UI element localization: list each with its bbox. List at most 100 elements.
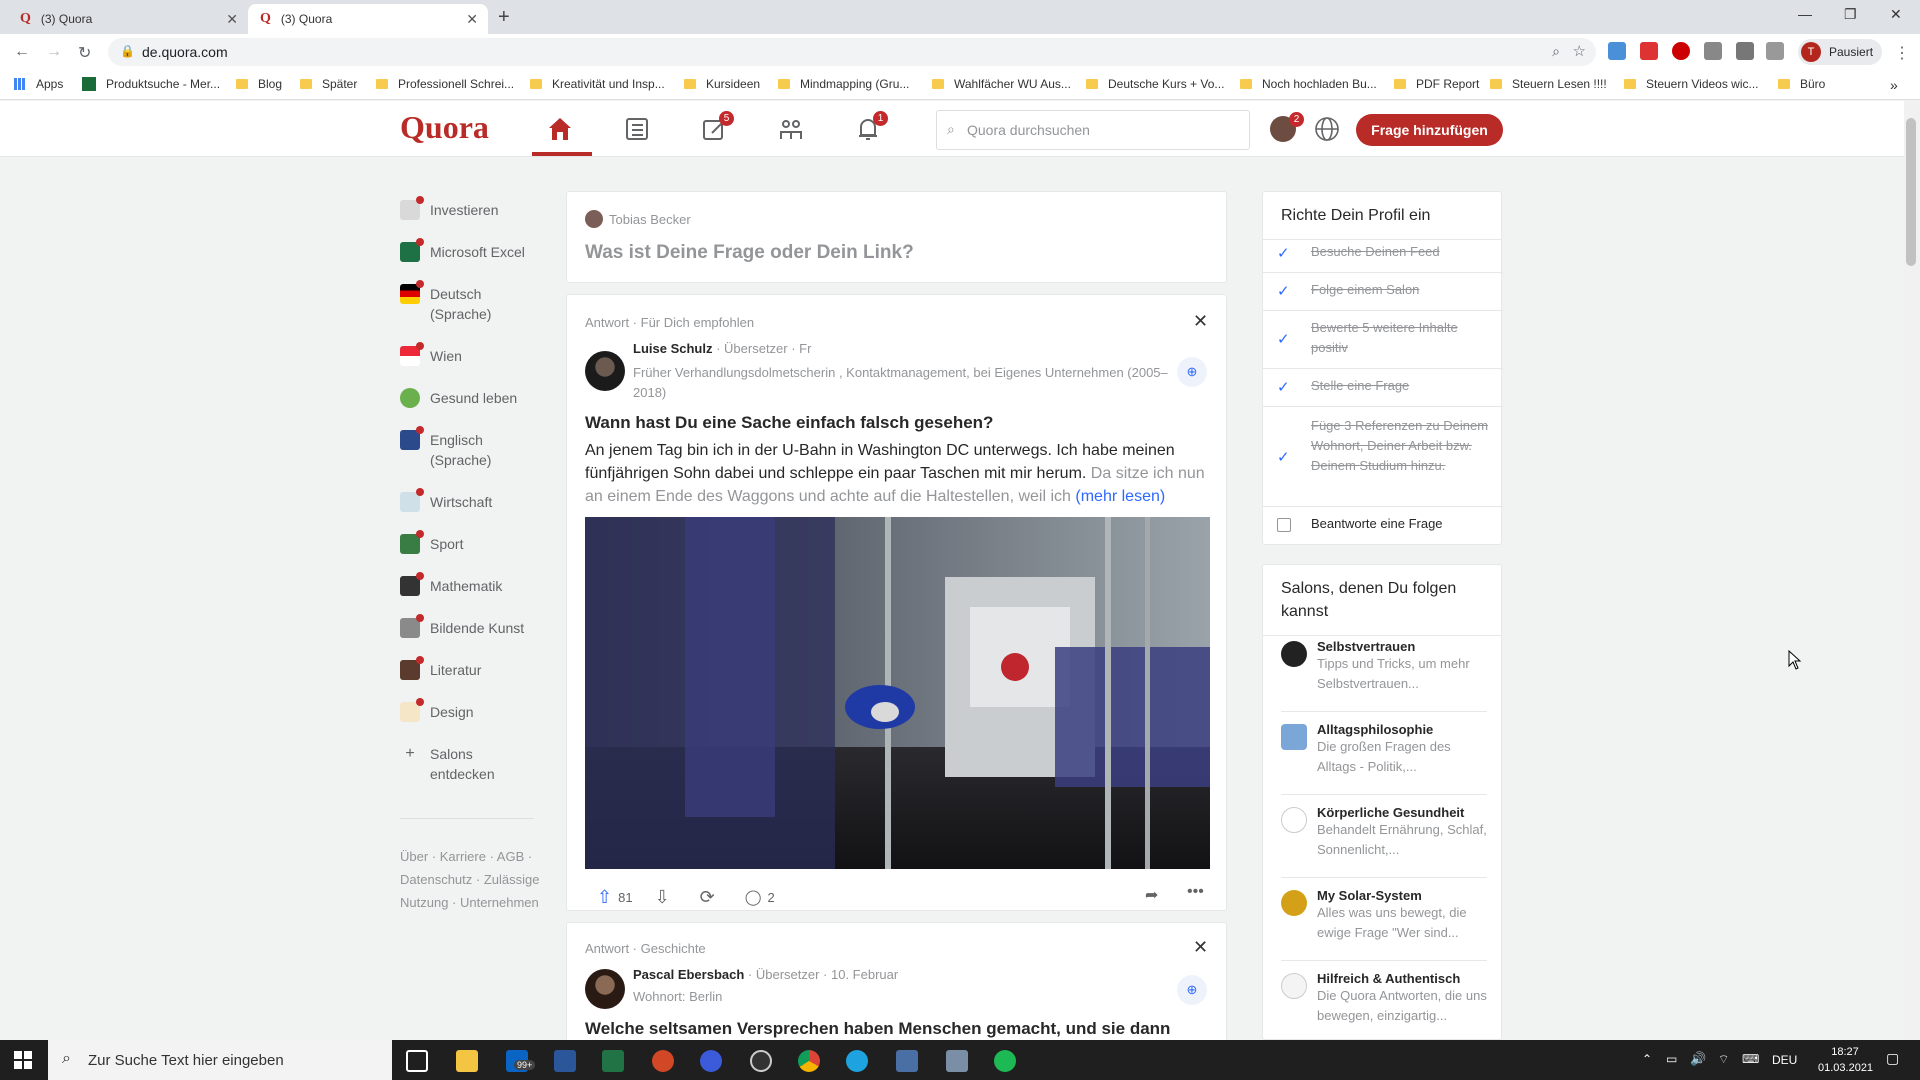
sidebar-item-englisch[interactable]: Englisch (Sprache) — [400, 426, 540, 470]
sidebar-item-mathematik[interactable]: Mathematik — [400, 572, 502, 596]
tray-chevron-icon[interactable]: ⌃ — [1642, 1052, 1652, 1066]
salon-item[interactable]: Hilfreich & Authentisch Die Quora Antwor… — [1281, 971, 1491, 1026]
close-icon[interactable]: ✕ — [1193, 311, 1208, 332]
browser-tab[interactable]: Q (3) Quora ✕ — [8, 4, 248, 34]
meet-now-icon[interactable]: ▭ — [1666, 1052, 1677, 1066]
new-tab-button[interactable]: + — [498, 6, 510, 29]
sidebar-item-design[interactable]: Design — [400, 698, 474, 722]
powerpoint-icon[interactable] — [652, 1050, 674, 1072]
answer-text[interactable]: An jenem Tag bin ich in der U-Bahn in Wa… — [585, 439, 1210, 508]
bookmark-folder[interactable]: Kursideen — [684, 77, 760, 91]
bookmark-folder[interactable]: Steuern Lesen !!!! — [1490, 77, 1607, 91]
profile-avatar[interactable]: 2 — [1270, 112, 1304, 142]
extension-iq-icon[interactable] — [1608, 42, 1626, 60]
checkbox[interactable] — [1277, 518, 1291, 532]
bookmark-folder[interactable]: Büro — [1778, 77, 1825, 91]
bookmark-folder[interactable]: PDF Report — [1394, 77, 1479, 91]
edge-icon[interactable] — [846, 1050, 868, 1072]
profile-button[interactable]: T Pausiert — [1798, 39, 1882, 65]
mail-icon[interactable]: 99+ — [506, 1050, 536, 1072]
follow-user-icon[interactable]: ⊕ — [1177, 357, 1207, 387]
sidebar-item-investieren[interactable]: Investieren — [400, 196, 498, 220]
windows-start-icon[interactable] — [14, 1051, 32, 1069]
zoom-icon[interactable]: ⌕ — [1552, 43, 1560, 60]
reading-list-icon[interactable] — [1766, 42, 1784, 60]
sidebar-item-bildende-kunst[interactable]: Bildende Kunst — [400, 614, 524, 638]
bookmark-folder[interactable]: Später — [300, 77, 357, 91]
more-options-icon[interactable]: ••• — [1187, 883, 1204, 901]
app-icon[interactable] — [946, 1050, 968, 1072]
completed-task[interactable]: Stelle eine Frage — [1311, 376, 1491, 396]
task-view-icon[interactable] — [406, 1050, 428, 1072]
read-more-link[interactable]: (mehr lesen) — [1075, 488, 1165, 505]
open-task[interactable]: Beantworte eine Frage — [1311, 516, 1443, 531]
following-feed-icon[interactable] — [623, 115, 651, 143]
extension-grid-icon[interactable] — [1704, 42, 1722, 60]
chrome-icon[interactable] — [798, 1050, 820, 1072]
bookmark-folder[interactable]: Deutsche Kurs + Vo... — [1086, 77, 1224, 91]
footer-links[interactable]: Über · Karriere · AGB · Datenschutz · Zu… — [400, 845, 540, 914]
downvote-arrow-icon[interactable]: ⇩ — [655, 887, 670, 908]
salon-item[interactable]: Selbstvertrauen Tipps und Tricks, um meh… — [1281, 639, 1491, 694]
extensions-puzzle-icon[interactable] — [1736, 42, 1754, 60]
excel-icon[interactable] — [602, 1050, 624, 1072]
url-field[interactable]: 🔒 de.quora.com ⌕ ☆ — [108, 38, 1596, 66]
sidebar-item-wirtschaft[interactable]: Wirtschaft — [400, 488, 492, 512]
notification-center-icon[interactable]: ▢ — [1886, 1050, 1899, 1067]
follow-user-icon[interactable]: ⊕ — [1177, 975, 1207, 1005]
browser-tab-active[interactable]: Q (3) Quora ✕ — [248, 4, 488, 34]
word-icon[interactable] — [554, 1050, 576, 1072]
author-avatar[interactable] — [585, 969, 625, 1009]
bookmark-item[interactable]: Produktsuche - Mer... — [82, 77, 220, 91]
bookmark-apps[interactable]: Apps — [14, 77, 63, 91]
forward-icon[interactable]: → — [46, 43, 62, 61]
bookmark-folder[interactable]: Mindmapping (Gru... — [778, 77, 909, 91]
upvote-count[interactable]: 81 — [618, 890, 632, 905]
comment-count[interactable]: 2 — [768, 890, 775, 905]
home-icon[interactable] — [546, 115, 574, 143]
share-arrow-icon[interactable]: ➦ — [1145, 885, 1158, 905]
input-language[interactable]: DEU — [1772, 1053, 1797, 1067]
back-icon[interactable]: ← — [14, 43, 30, 61]
answer-image[interactable] — [585, 517, 1210, 869]
author-avatar[interactable] — [585, 351, 625, 391]
restore-icon[interactable]: ❐ — [1844, 6, 1857, 23]
completed-task[interactable]: Füge 3 Referenzen zu Deinem Wohnort, Dei… — [1311, 416, 1491, 476]
share-loop-icon[interactable]: ⟳ — [700, 887, 715, 908]
sidebar-item-sport[interactable]: Sport — [400, 530, 463, 554]
extension-abp-icon[interactable] — [1672, 42, 1690, 60]
upvote-arrow-icon[interactable]: ⇧ — [597, 887, 612, 908]
salon-item[interactable]: My Solar-System Alles was uns bewegt, di… — [1281, 888, 1491, 943]
taskbar-search-input[interactable]: ⌕ Zur Suche Text hier eingeben — [48, 1040, 392, 1080]
completed-task[interactable]: Folge einem Salon — [1311, 280, 1491, 300]
close-icon[interactable]: ✕ — [1193, 937, 1208, 958]
language-globe-icon[interactable] — [1314, 116, 1340, 142]
sidebar-item-gesund-leben[interactable]: Gesund leben — [400, 388, 517, 408]
notifications-bell-icon[interactable]: 1 — [854, 111, 888, 143]
keyboard-icon[interactable]: ⌨ — [1742, 1052, 1759, 1066]
clock[interactable]: 18:27 01.03.2021 — [1818, 1044, 1873, 1076]
add-question-button[interactable]: Frage hinzufügen — [1356, 114, 1503, 146]
bookmark-folder[interactable]: Blog — [236, 77, 282, 91]
discover-salons-link[interactable]: + Salons entdecken — [400, 744, 510, 784]
author-name[interactable]: Pascal Ebersbach — [633, 967, 744, 982]
quora-logo[interactable]: Quora — [400, 109, 489, 146]
star-icon[interactable]: ☆ — [1573, 42, 1586, 60]
completed-task[interactable]: Bewerte 5 weitere Inhalte positiv — [1311, 318, 1491, 358]
question-title[interactable]: Wann hast Du eine Sache einfach falsch g… — [585, 413, 993, 433]
close-window-icon[interactable]: ✕ — [1890, 6, 1902, 23]
salon-item[interactable]: Körperliche Gesundheit Behandelt Ernähru… — [1281, 805, 1491, 860]
sidebar-item-literatur[interactable]: Literatur — [400, 656, 481, 680]
spotify-icon[interactable] — [994, 1050, 1016, 1072]
scrollbar-thumb[interactable] — [1906, 118, 1916, 266]
extension-ublock-icon[interactable] — [1640, 42, 1658, 60]
close-tab-icon[interactable]: ✕ — [466, 11, 478, 28]
bookmark-folder[interactable]: Steuern Videos wic... — [1624, 77, 1759, 91]
spaces-icon[interactable] — [777, 115, 805, 143]
answer-pencil-icon[interactable]: 5 — [700, 111, 734, 143]
salon-item[interactable]: Alltagsphilosophie Die großen Fragen des… — [1281, 722, 1491, 777]
bookmark-folder[interactable]: Noch hochladen Bu... — [1240, 77, 1377, 91]
bookmark-folder[interactable]: Wahlfächer WU Aus... — [932, 77, 1071, 91]
obs-icon[interactable] — [750, 1050, 772, 1072]
sidebar-item-wien[interactable]: Wien — [400, 342, 462, 366]
